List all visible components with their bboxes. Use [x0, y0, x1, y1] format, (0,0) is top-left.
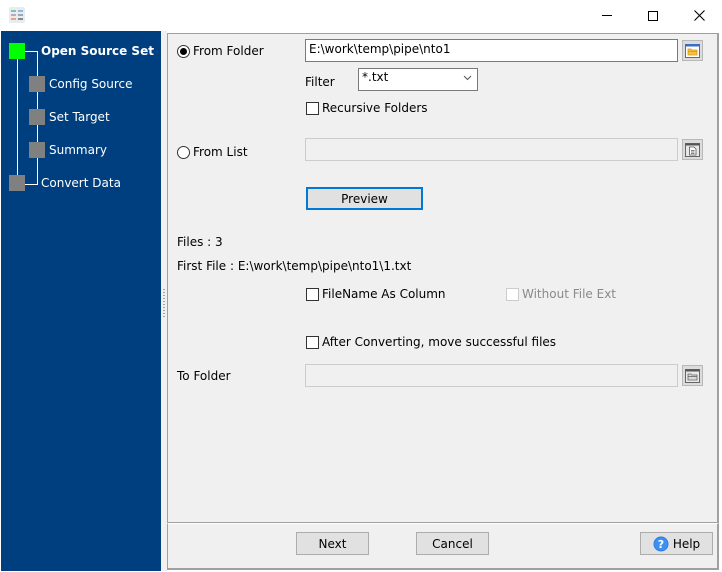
filter-label: Filter — [305, 75, 335, 89]
recursive-folders-checkbox[interactable] — [306, 102, 319, 115]
step-open-source-set[interactable]: Open Source Set — [41, 44, 154, 58]
step-config-source[interactable]: Config Source — [49, 77, 133, 91]
maximize-icon — [648, 10, 658, 21]
wizard-window: Open Source Set Config Source Set Target… — [0, 0, 722, 572]
filename-as-column-checkbox[interactable] — [306, 288, 319, 301]
wizard-footer: Next Cancel ? Help — [167, 523, 719, 570]
list-path-input[interactable] — [305, 138, 678, 161]
from-folder-radio[interactable] — [177, 45, 190, 58]
folder-path-input[interactable]: E:\work\temp\pipe\nto1 — [305, 39, 678, 62]
browse-to-folder-button[interactable] — [682, 365, 703, 386]
step-indicator-convert-data — [9, 175, 25, 191]
step-set-target[interactable]: Set Target — [49, 110, 110, 124]
after-converting-label[interactable]: After Converting, move successful files — [322, 335, 556, 349]
step-indicator-open-source-set — [9, 43, 25, 59]
maximize-button[interactable] — [630, 0, 676, 31]
folder-icon — [685, 368, 700, 383]
step-indicator-set-target — [29, 109, 45, 125]
tree-line — [25, 51, 37, 52]
wizard-steps-sidebar: Open Source Set Config Source Set Target… — [1, 31, 161, 571]
without-file-ext-label[interactable]: Without File Ext — [522, 287, 616, 301]
title-bar — [0, 0, 722, 31]
tree-line — [17, 51, 18, 185]
step-summary[interactable]: Summary — [49, 143, 107, 157]
browse-list-button[interactable] — [682, 139, 703, 160]
next-button[interactable]: Next — [296, 532, 369, 555]
folder-open-icon — [685, 43, 700, 58]
filter-select[interactable]: *.txt — [358, 68, 478, 91]
minimize-icon — [602, 15, 612, 16]
files-count-label: Files : 3 — [177, 235, 223, 249]
source-settings-panel: From Folder E:\work\temp\pipe\nto1 Filte… — [167, 33, 719, 523]
without-file-ext-checkbox[interactable] — [506, 288, 519, 301]
step-convert-data[interactable]: Convert Data — [41, 176, 121, 190]
step-indicator-summary — [29, 142, 45, 158]
filename-as-column-label[interactable]: FileName As Column — [322, 287, 446, 301]
step-indicator-config-source — [29, 76, 45, 92]
browse-folder-button[interactable] — [682, 40, 703, 61]
after-converting-checkbox[interactable] — [306, 336, 319, 349]
help-icon: ? — [653, 536, 669, 551]
preview-button[interactable]: Preview — [306, 187, 423, 210]
help-button[interactable]: ? Help — [640, 532, 713, 555]
from-list-radio[interactable] — [177, 146, 190, 159]
minimize-button[interactable] — [584, 0, 630, 31]
first-file-label: First File : E:\work\temp\pipe\nto1\1.tx… — [177, 259, 412, 273]
to-folder-label: To Folder — [177, 369, 231, 383]
recursive-folders-label[interactable]: Recursive Folders — [322, 101, 428, 115]
splitter-grip-icon[interactable] — [163, 289, 165, 319]
app-icon — [9, 7, 25, 23]
from-list-label[interactable]: From List — [193, 145, 248, 159]
chevron-down-icon — [463, 75, 472, 81]
document-icon — [685, 142, 700, 157]
to-folder-input[interactable] — [305, 364, 678, 387]
tree-line — [25, 184, 38, 185]
help-label: Help — [672, 536, 701, 551]
svg-text:?: ? — [658, 538, 664, 551]
from-folder-label[interactable]: From Folder — [193, 44, 264, 58]
cancel-button[interactable]: Cancel — [416, 532, 489, 555]
close-icon — [693, 10, 705, 21]
close-button[interactable] — [676, 0, 722, 31]
filter-select-value: *.txt — [362, 70, 389, 84]
